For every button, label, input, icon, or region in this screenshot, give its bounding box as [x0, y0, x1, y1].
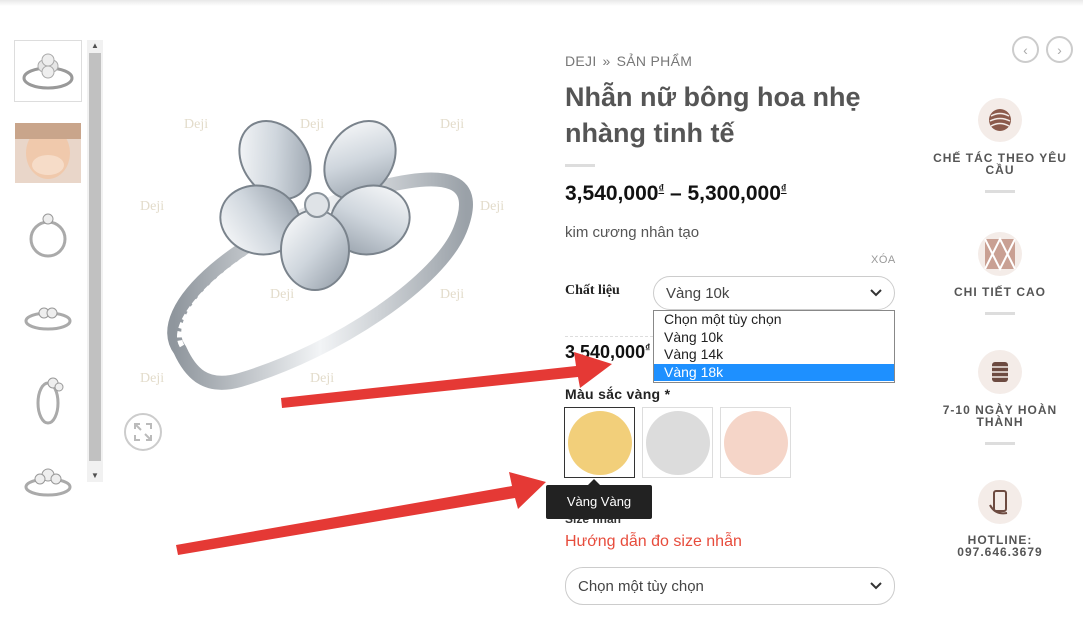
chevron-down-icon — [870, 286, 882, 300]
price-dash: – — [669, 182, 682, 205]
swatch-tooltip: Vàng Vàng — [546, 479, 652, 519]
chevron-left-icon: ‹ — [1023, 41, 1028, 58]
price-low: 3,540,000 — [565, 182, 659, 205]
dropdown-option[interactable]: Vàng 14k — [654, 346, 894, 364]
thumbnail-ring-flower[interactable] — [14, 40, 82, 102]
thumbnail-ring-top[interactable] — [14, 204, 82, 266]
watermark: Deji — [184, 117, 208, 132]
watermark: Deji — [140, 199, 164, 214]
thumbnail-ring-angle[interactable] — [14, 368, 82, 430]
price-range: 3,540,000₫ – 5,300,000₫ — [565, 182, 787, 206]
chevron-right-icon: › — [1057, 41, 1062, 58]
header-shadow — [0, 0, 1083, 6]
product-title: Nhẫn nữ bông hoa nhẹ nhàng tinh tế — [565, 82, 861, 148]
feature-completion-time: 7-10 NGÀY HOÀN THÀNH — [930, 350, 1070, 445]
variant-price-value: 3,540,000 — [565, 342, 646, 362]
variant-divider — [565, 336, 653, 337]
dropdown-option[interactable]: Vàng 10k — [654, 329, 894, 347]
size-guide-link[interactable]: Hướng dẫn đo size nhẫn — [565, 533, 742, 551]
size-select-value: Chọn một tùy chọn — [578, 577, 704, 595]
breadcrumb-home[interactable]: DEJI — [565, 53, 597, 69]
feature-label: CHẾ TÁC THEO YÊU CẦU — [933, 151, 1067, 177]
thumbnail-gallery — [14, 40, 86, 532]
zoom-button[interactable] — [124, 413, 162, 451]
thumbnail-ring-side[interactable] — [14, 286, 82, 348]
phone-hand-icon — [978, 480, 1022, 524]
feature-divider — [985, 312, 1015, 315]
thumbnail-ring-front[interactable] — [14, 450, 82, 512]
material-label: Chất liệu — [565, 283, 620, 298]
feature-high-detail: CHI TIẾT CAO — [930, 232, 1070, 315]
watermark: Deji — [270, 287, 294, 302]
chevron-down-icon — [870, 579, 882, 593]
prev-product-button[interactable]: ‹ — [1012, 36, 1039, 63]
dropdown-option[interactable]: Chọn một tùy chọn — [654, 311, 894, 329]
material-select[interactable]: Vàng 10k — [653, 276, 895, 310]
swatch-color — [645, 410, 710, 475]
price-high: 5,300,000 — [687, 182, 781, 205]
variant-price: 3,540,000₫ — [565, 342, 650, 363]
breadcrumb: DEJI » SẢN PHẨM — [565, 53, 692, 69]
material-selected-value: Vàng 10k — [666, 284, 730, 302]
swatch-color — [723, 410, 788, 475]
scrollbar-thumb[interactable] — [89, 53, 101, 461]
swatch-color — [567, 410, 632, 475]
feature-divider — [985, 442, 1015, 445]
feature-hotline: HOTLINE: 097.646.3679 — [930, 480, 1070, 558]
product-subtitle: kim cương nhân tạo — [565, 224, 700, 241]
watermark: Deji — [440, 287, 464, 302]
size-select[interactable]: Chọn một tùy chọn — [565, 567, 895, 605]
feature-divider — [985, 190, 1015, 193]
feature-label[interactable]: HOTLINE: 097.646.3679 — [930, 534, 1070, 558]
feature-label: CHI TIẾT CAO — [954, 285, 1046, 299]
product-main-image[interactable]: Deji Deji Deji Deji Deji Deji Deji Deji … — [120, 60, 540, 420]
title-divider — [565, 164, 595, 167]
next-product-button[interactable]: › — [1046, 36, 1073, 63]
arrow-to-swatch — [176, 472, 546, 555]
material-dropdown-list[interactable]: Chọn một tùy chọn Vàng 10k Vàng 14k Vàng… — [653, 310, 895, 383]
gold-color-label: Màu sắc vàng * — [565, 386, 671, 402]
feature-label: 7-10 NGÀY HOÀN THÀNH — [942, 403, 1058, 429]
swatch-rose-gold[interactable] — [720, 407, 791, 478]
breadcrumb-separator: » — [602, 53, 611, 69]
yarn-ball-icon — [978, 98, 1022, 142]
watermark: Deji — [480, 199, 504, 214]
thumbnail-scrollbar[interactable]: ▲ ▼ — [87, 40, 103, 482]
dropdown-option-highlighted[interactable]: Vàng 18k — [654, 363, 894, 381]
watermark: Deji — [300, 117, 324, 132]
clear-selection-link[interactable]: XÓA — [871, 254, 896, 266]
watermark: Deji — [310, 371, 334, 386]
currency-symbol: ₫ — [780, 183, 787, 195]
breadcrumb-section[interactable]: SẢN PHẨM — [617, 53, 693, 69]
scroll-down-icon[interactable]: ▼ — [87, 470, 103, 482]
currency-symbol: ₫ — [658, 183, 665, 195]
watermark: Deji — [140, 371, 164, 386]
expand-icon — [134, 423, 152, 441]
diamond-pattern-icon — [978, 232, 1022, 276]
swatch-white-gold[interactable] — [642, 407, 713, 478]
watermark: Deji — [440, 117, 464, 132]
currency-symbol: ₫ — [645, 343, 651, 354]
feature-custom-made: CHẾ TÁC THEO YÊU CẦU — [930, 98, 1070, 193]
swatch-yellow-gold[interactable] — [564, 407, 635, 478]
thumbnail-model[interactable] — [14, 122, 82, 184]
handmade-thread-icon — [978, 350, 1022, 394]
scroll-up-icon[interactable]: ▲ — [87, 40, 103, 52]
